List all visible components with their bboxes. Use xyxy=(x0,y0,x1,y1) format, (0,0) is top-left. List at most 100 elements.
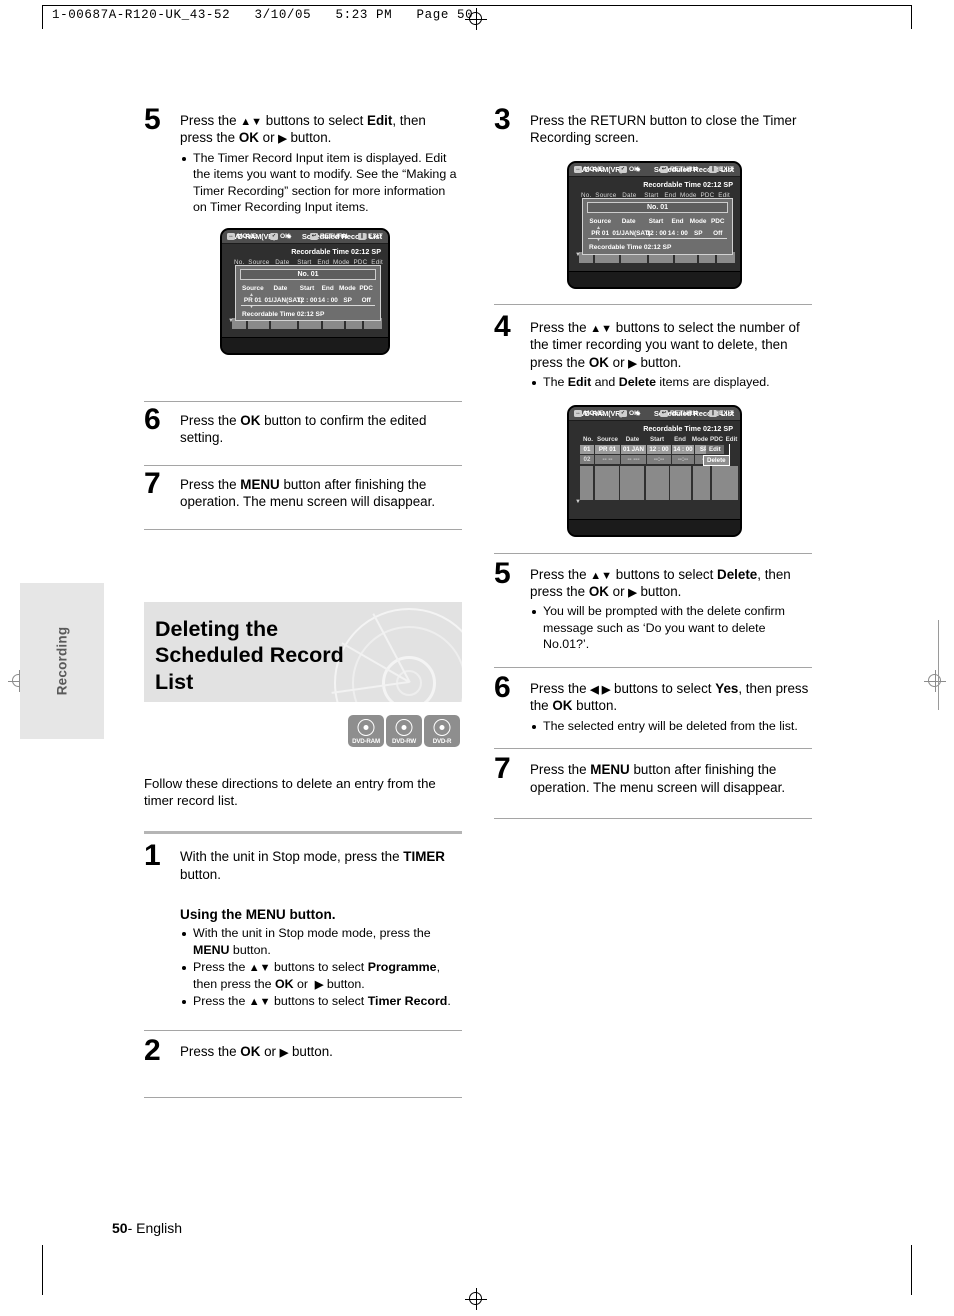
cell-no: 02 xyxy=(580,454,594,464)
bullet-item: Press the ▲▼ buttons to select Timer Rec… xyxy=(180,993,462,1010)
subsection-bullets: With the unit in Stop mode mode, press t… xyxy=(180,925,462,1010)
osd-list-headers: No. Source Date Start End Mode PDC Edit xyxy=(581,436,739,443)
step-number: 3 xyxy=(494,103,511,136)
cell-date: 01 JAN xyxy=(621,444,646,454)
osd-key-return[interactable]: ↩ RETURN xyxy=(660,165,697,174)
step-number: 5 xyxy=(144,103,161,136)
bullet-item: Press the ▲▼ buttons to select Programme… xyxy=(180,959,462,992)
osd-col-end: End xyxy=(674,435,686,443)
page-number: 50 xyxy=(112,1220,128,1236)
step-7-left: 7 Press the MENU button after finishing … xyxy=(144,468,462,511)
disc-type-badges: DVD-RAM DVD-RW DVD-R xyxy=(144,714,462,749)
osd-col-pdc: PDC xyxy=(709,435,724,443)
step-3-right: 3 Press the RETURN button to close the T… xyxy=(494,105,812,147)
disc-hub-icon xyxy=(439,724,445,730)
osd-col-mode: Mode xyxy=(339,284,356,292)
step-5-left: 5 Press the ▲▼ buttons to select Edit, t… xyxy=(144,105,462,216)
osd-val-end[interactable]: 14 : 00 xyxy=(317,297,338,306)
divider xyxy=(144,1030,462,1032)
osd-recordable-time: Recordable Time 02:12 SP xyxy=(291,246,381,256)
osd-key-exit[interactable]: ❙ EXIT xyxy=(709,165,734,174)
osd-col-end: End xyxy=(671,217,684,225)
osd-col-date: Date xyxy=(625,435,640,443)
osd-popup-edit[interactable]: Edit xyxy=(706,444,724,454)
sidebar-chapter-tab: Recording xyxy=(20,583,104,739)
ok-key-icon: ✓ xyxy=(619,409,627,418)
osd-key-return[interactable]: ↩ RETURN xyxy=(310,232,347,241)
osd-dialog-headers: Source Date Start End Mode PDC xyxy=(241,285,375,292)
osd-val-end[interactable]: 14 : 00 xyxy=(667,230,689,239)
osd-dialog-number: No. 01 xyxy=(587,201,728,213)
osd-col-pdc: PDC xyxy=(359,284,373,292)
osd-val-mode[interactable]: SP xyxy=(688,230,709,239)
section-title: Deleting the Scheduled Record List xyxy=(155,616,344,695)
divider xyxy=(494,818,812,820)
bullet-item: With the unit in Stop mode mode, press t… xyxy=(180,925,462,958)
step-number: 5 xyxy=(494,556,511,590)
osd-val-mode[interactable]: SP xyxy=(337,297,358,306)
osd-key-move[interactable]: ↔ MOVE xyxy=(574,165,603,174)
section-banner: Deleting the Scheduled Record List xyxy=(144,601,462,702)
return-key-icon: ↩ xyxy=(660,165,668,174)
osd-val-pdc[interactable]: Off xyxy=(708,230,727,239)
osd-screen-input-dialog-left: DVD-RAM(VR) ✸ Scheduled Record List Reco… xyxy=(144,227,462,363)
osd-key-exit[interactable]: ❙ EXIT xyxy=(709,409,734,418)
osd-recordable-time: Recordable Time 02:12 SP xyxy=(643,423,733,433)
osd-col-mode: Mode xyxy=(691,435,709,443)
osd-val-start[interactable]: 12 : 00 xyxy=(645,230,668,239)
cell-start: --:-- xyxy=(647,454,671,464)
header-rule xyxy=(42,5,912,6)
osd-col-source: Source xyxy=(589,217,612,225)
osd-col-source: Source xyxy=(241,284,264,292)
step-number: 2 xyxy=(144,1034,161,1068)
osd-val-date[interactable]: 01/JAN(SAT) xyxy=(264,297,303,306)
cell-end: --:-- xyxy=(672,454,694,464)
osd-val-date[interactable]: 01/JAN(SAT) xyxy=(612,230,651,239)
osd-col-start: Start xyxy=(299,284,315,292)
osd-col-date: Date xyxy=(273,284,288,292)
step-bullets: The selected entry will be deleted from … xyxy=(530,718,812,735)
step-4-right: 4 Press the ▲▼ buttons to select the num… xyxy=(494,311,812,391)
cell-start: 12 : 00 xyxy=(647,444,671,454)
osd-key-exit[interactable]: ❙ EXIT xyxy=(358,232,383,241)
osd-col-pdc: PDC xyxy=(710,217,725,225)
osd-key-ok[interactable]: ✓ OK xyxy=(619,165,639,174)
cell-source: -- -- xyxy=(595,454,620,464)
osd-dialog-values: PR 01 01/JAN(SAT) 12 : 00 14 : 00 SP Off xyxy=(241,297,375,306)
page-language: - English xyxy=(127,1220,183,1236)
osd-popup-border xyxy=(729,443,730,466)
step-text: Press the MENU button after finishing th… xyxy=(530,762,786,795)
exit-key-icon: ❙ xyxy=(709,409,717,418)
badge-dvd-ram: DVD-RAM xyxy=(348,714,384,747)
divider xyxy=(144,464,462,466)
osd-popup-delete[interactable]: Delete xyxy=(703,454,730,466)
cell-date: -- --- xyxy=(621,454,646,464)
bullet-item: The selected entry will be deleted from … xyxy=(530,718,812,735)
osd-val-start[interactable]: 12 : 00 xyxy=(296,297,318,306)
divider-thick xyxy=(144,831,462,835)
osd-scroll-down-icon[interactable]: ▼ xyxy=(575,499,581,505)
osd-key-ok[interactable]: ✓ OK xyxy=(619,409,639,418)
osd-dialog-footer: Recordable Time 02:12 SP xyxy=(589,243,672,251)
osd-empty-rows xyxy=(580,465,740,500)
badge-label: DVD-R xyxy=(432,737,452,745)
osd-scroll-down-icon[interactable]: ▼ xyxy=(575,252,581,258)
registration-mark-top xyxy=(465,8,487,30)
crop-line-bottom-right xyxy=(911,1245,912,1295)
subsection-heading: Using the MENU button. xyxy=(180,907,336,923)
osd-val-pdc[interactable]: Off xyxy=(357,297,375,306)
step-1-left: 1 With the unit in Stop mode, press the … xyxy=(144,841,462,883)
osd-dialog-values: PR 01 01/JAN(SAT) 12 : 00 14 : 00 SP Off xyxy=(588,230,727,239)
osd-col-date: Date xyxy=(621,217,636,225)
osd-key-return[interactable]: ↩ RETURN xyxy=(660,409,697,418)
osd-scroll-down-icon[interactable]: ▼ xyxy=(228,318,234,324)
osd-key-move[interactable]: ↔ MOVE xyxy=(574,409,603,418)
menu-subsection: Using the MENU button. With the unit in … xyxy=(144,907,462,1010)
osd-recordable-time: Recordable Time 02:12 SP xyxy=(643,179,733,189)
osd-bottombar xyxy=(222,336,388,353)
step-bullets: The Edit and Delete items are displayed. xyxy=(530,374,812,391)
osd-key-ok[interactable]: ✓ OK xyxy=(270,232,290,241)
osd-timer-input-dialog: No. 01 Source Date Start End Mode PDC ▲ … xyxy=(235,264,381,321)
osd-key-move[interactable]: ↔ MOVE xyxy=(227,232,256,241)
divider xyxy=(144,1096,462,1098)
